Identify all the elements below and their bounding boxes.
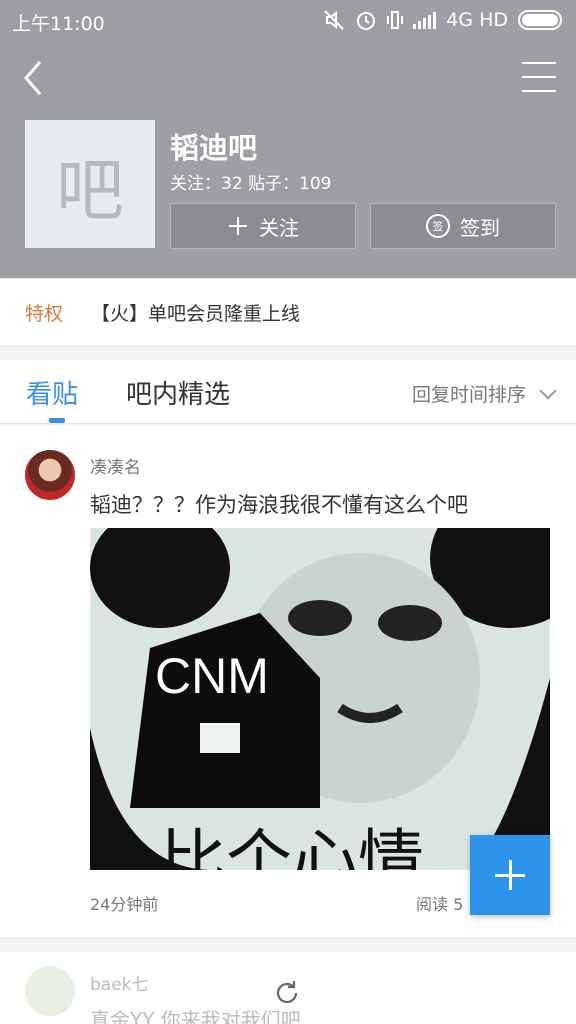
menu-icon[interactable] [522,62,556,92]
sort-label: 回复时间排序 [411,384,526,406]
meme-caption-bottom: 比个心情 [160,822,424,870]
new-post-button[interactable] [470,835,550,915]
follow-button[interactable]: 关注 [170,203,356,249]
meme-illustration: CNM 比个心情 [90,528,550,870]
avatar[interactable] [25,450,75,500]
post-read-count: 阅读 5 [416,895,464,914]
status-time: 上午11:00 [12,13,105,35]
post-author[interactable]: baek七 [90,970,149,995]
chevron-down-icon [539,382,557,399]
post-title[interactable]: 真金YY 你来我对我们吧 [90,1004,301,1024]
bar-logo: 吧 [25,120,155,248]
post-image[interactable]: CNM 比个心情 [90,528,550,870]
meme-caption-top: CNM [155,648,269,704]
post-title[interactable]: 韬迪？？？作为海浪我很不懂有这么个吧 [90,489,468,519]
bar-name: 韬迪吧 [170,131,258,165]
sign-label: 签到 [460,215,500,240]
tab-posts[interactable]: 看贴 [26,374,78,411]
alarm-icon [357,12,376,30]
plus-icon [495,860,525,890]
status-icons: 4G HD [323,9,562,31]
post-tabs: 看贴 吧内精选 回复时间排序 [0,360,576,424]
post-author[interactable]: 凑凑名 [90,453,141,478]
battery-icon [518,10,562,30]
back-icon[interactable] [18,58,54,98]
tab-featured[interactable]: 吧内精选 [126,374,230,411]
network-label: 4G HD [446,9,508,31]
bar-logo-char: 吧 [55,151,124,231]
privilege-text: 【火】单吧会员隆重上线 [91,302,301,325]
avatar[interactable] [25,966,75,1016]
vibrate-icon [387,11,404,29]
bar-stats: 关注：32 贴子：109 [170,174,332,194]
post-time: 24分钟前 [90,895,159,914]
sign-in-button[interactable]: 签 签到 [370,203,556,249]
active-tab-indicator [49,418,65,423]
follow-label: 关注 [259,215,299,240]
privilege-tag: 特权 [25,302,64,325]
refresh-icon[interactable] [272,978,302,1008]
mute-icon [324,10,344,30]
privilege-banner[interactable]: 特权 【火】单吧会员隆重上线 [0,279,576,345]
status-bar: 上午11:00 4G HD [0,0,576,40]
signal-icon [413,11,437,29]
plus-icon [229,217,247,235]
sign-icon: 签 [426,214,450,238]
bar-header: 上午11:00 4G HD 吧 韬迪吧 关注：32 贴子：109 关注 签 签到 [0,0,576,278]
sort-dropdown[interactable]: 回复时间排序 [411,380,557,407]
